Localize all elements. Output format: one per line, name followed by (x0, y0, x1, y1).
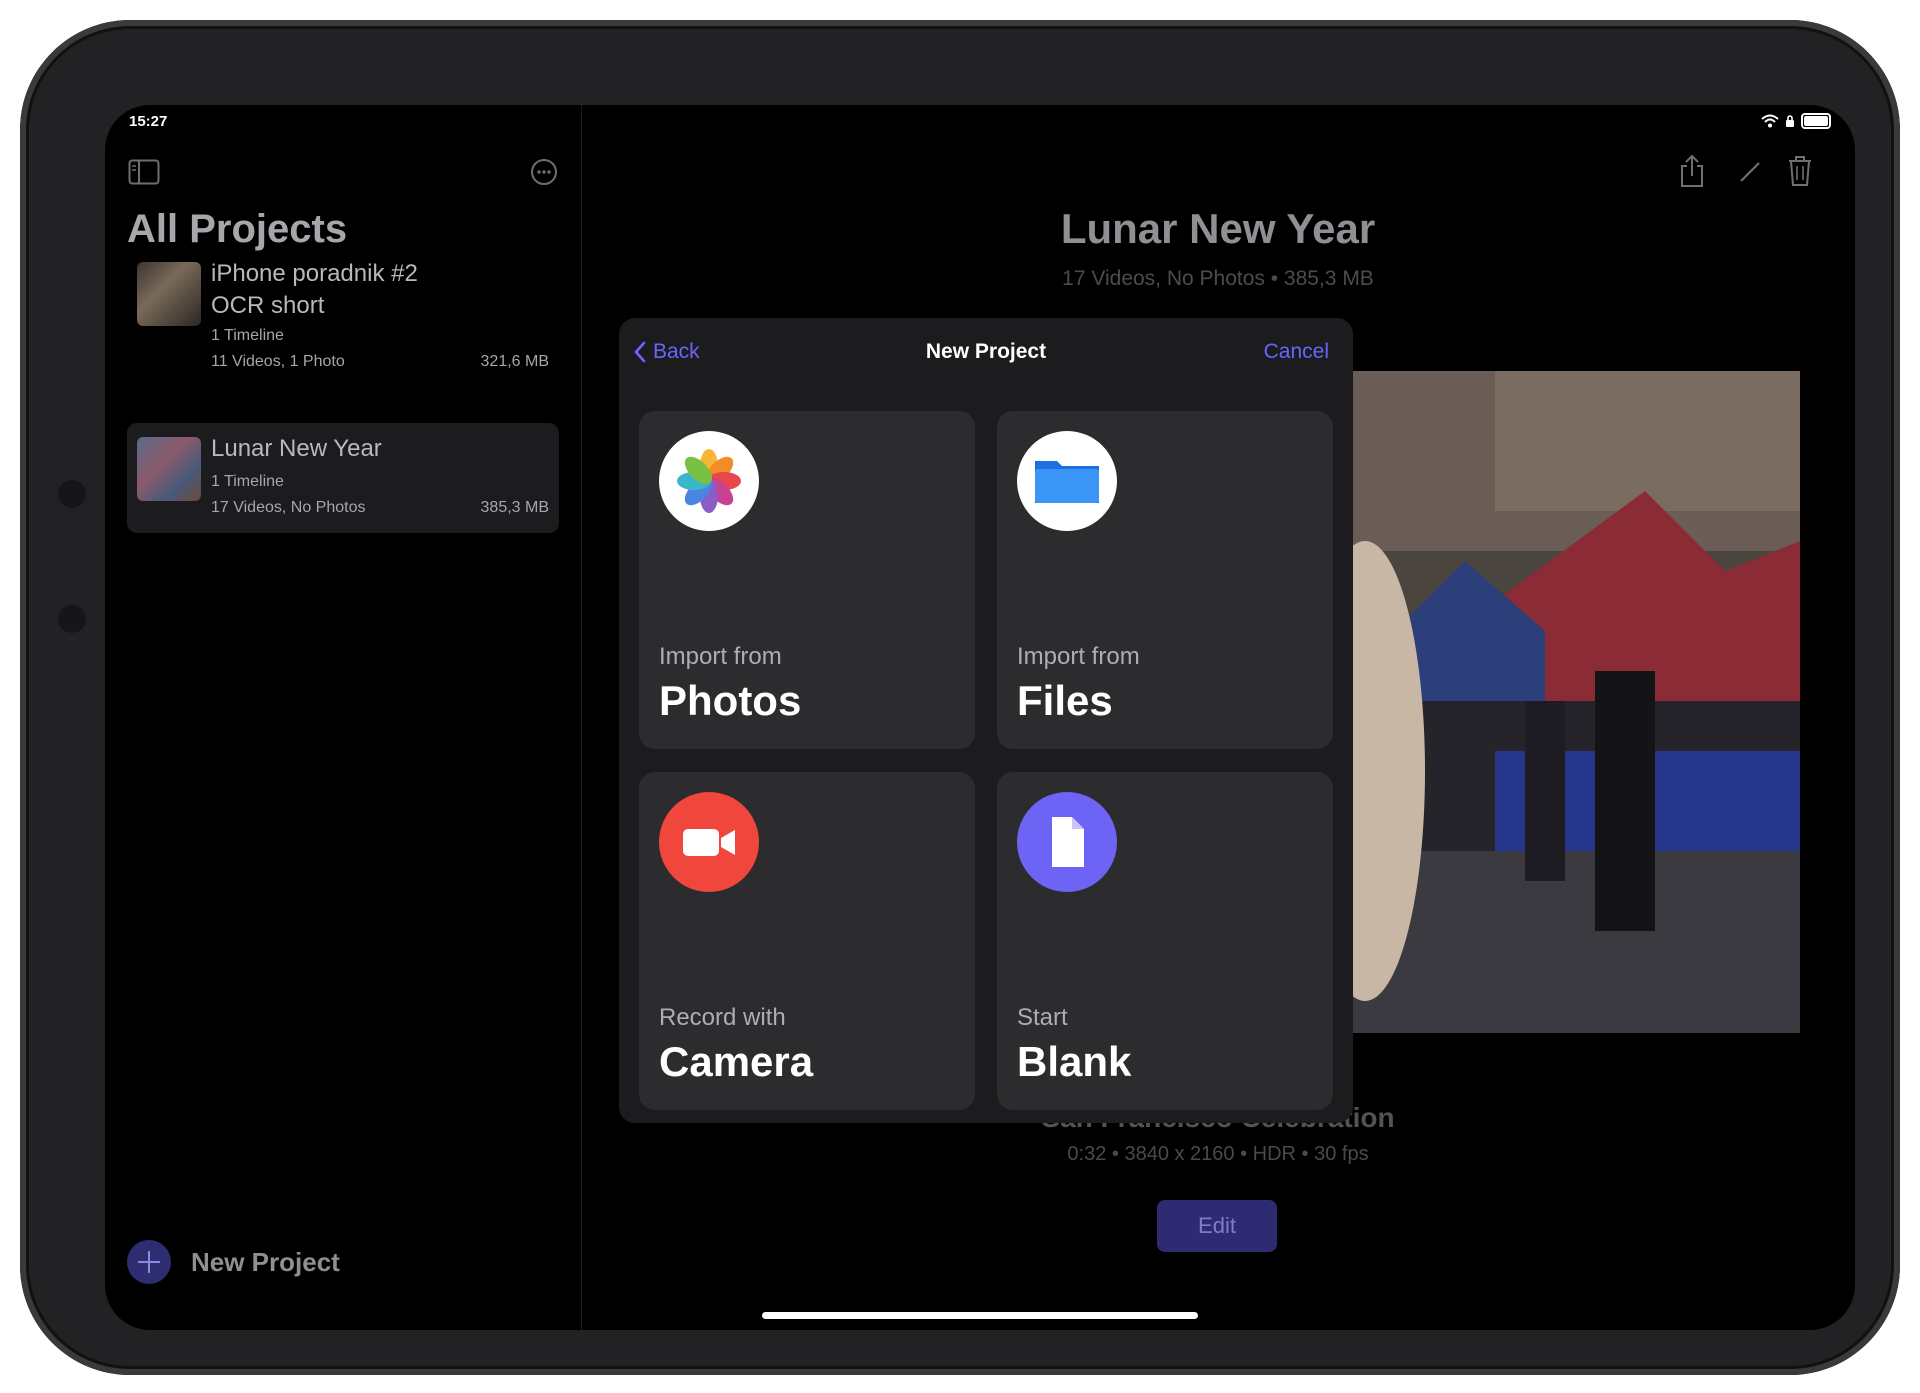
street-scene-image (1345, 371, 1800, 1033)
trash-icon (1789, 156, 1811, 186)
page-title: All Projects (127, 207, 348, 251)
card-title: Files (1017, 677, 1113, 724)
ipad-frame: 15:27 All Projects iPhone poradnik #2 OC… (20, 20, 1900, 1375)
card-subtitle: Start (1017, 1004, 1068, 1031)
project-size: 321,6 MB (480, 353, 549, 370)
project-item[interactable]: iPhone poradnik #2 OCR short 1 Timeline … (127, 250, 559, 370)
delete-button[interactable] (1785, 153, 1815, 189)
more-options-button[interactable] (529, 157, 559, 187)
wifi-icon (1761, 114, 1779, 128)
project-item-selected[interactable]: Lunar New Year 1 Timeline 17 Videos, No … (127, 423, 559, 533)
cancel-button[interactable]: Cancel (1264, 340, 1329, 364)
sidebar-icon (128, 159, 160, 185)
project-thumbnail (137, 262, 201, 326)
ellipsis-circle-icon (531, 159, 557, 185)
project-timelines: 1 Timeline (211, 327, 284, 344)
photos-icon (659, 431, 759, 531)
project-name: Lunar New Year (211, 435, 382, 462)
pencil-icon (1740, 162, 1760, 182)
plus-icon (127, 1240, 171, 1284)
share-button[interactable] (1675, 153, 1709, 189)
document-icon (1017, 792, 1117, 892)
card-subtitle: Import from (1017, 643, 1140, 670)
new-project-button[interactable]: New Project (127, 1240, 340, 1284)
camera-icon (659, 792, 759, 892)
record-camera-card[interactable]: Record with Camera (639, 772, 975, 1110)
sidebar: All Projects iPhone poradnik #2 OCR shor… (105, 105, 582, 1330)
new-project-sheet: Back New Project Cancel Import from Phot… (619, 318, 1353, 1123)
screen: 15:27 All Projects iPhone poradnik #2 OC… (105, 105, 1855, 1330)
card-title: Photos (659, 677, 802, 724)
import-files-card[interactable]: Import from Files (997, 411, 1333, 749)
project-size: 385,3 MB (480, 499, 549, 516)
project-subtitle: 17 Videos, No Photos • 385,3 MB (1062, 267, 1374, 290)
side-button (58, 605, 86, 633)
lock-icon (1786, 115, 1794, 127)
new-project-label: New Project (191, 1246, 340, 1277)
project-media: 17 Videos, No Photos (211, 499, 366, 516)
project-timelines: 1 Timeline (211, 473, 284, 490)
import-photos-card[interactable]: Import from Photos (639, 411, 975, 749)
status-icons (1761, 113, 1831, 129)
card-subtitle: Record with (659, 1004, 786, 1031)
project-name: iPhone poradnik #2 (211, 260, 418, 287)
share-icon (1681, 154, 1703, 187)
sheet-title: New Project (925, 340, 1047, 363)
card-subtitle: Import from (659, 643, 782, 670)
rename-button[interactable] (1735, 157, 1765, 187)
project-thumbnail (137, 437, 201, 501)
edit-button[interactable]: Edit (1157, 1200, 1277, 1252)
clip-preview-image[interactable] (1345, 371, 1800, 1033)
card-title: Camera (659, 1038, 814, 1085)
project-media: 11 Videos, 1 Photo (211, 353, 345, 370)
start-blank-card[interactable]: Start Blank (997, 772, 1333, 1110)
files-icon (1017, 431, 1117, 531)
clip-metadata: 0:32 • 3840 x 2160 • HDR • 30 fps (1067, 1143, 1369, 1165)
battery-icon (1801, 113, 1831, 129)
project-title: Lunar New Year (1060, 205, 1376, 252)
sidebar-toggle-button[interactable] (127, 157, 161, 187)
project-name-line2: OCR short (211, 292, 325, 319)
card-title: Blank (1017, 1038, 1132, 1085)
volume-button (58, 480, 86, 508)
home-indicator[interactable] (762, 1312, 1198, 1319)
